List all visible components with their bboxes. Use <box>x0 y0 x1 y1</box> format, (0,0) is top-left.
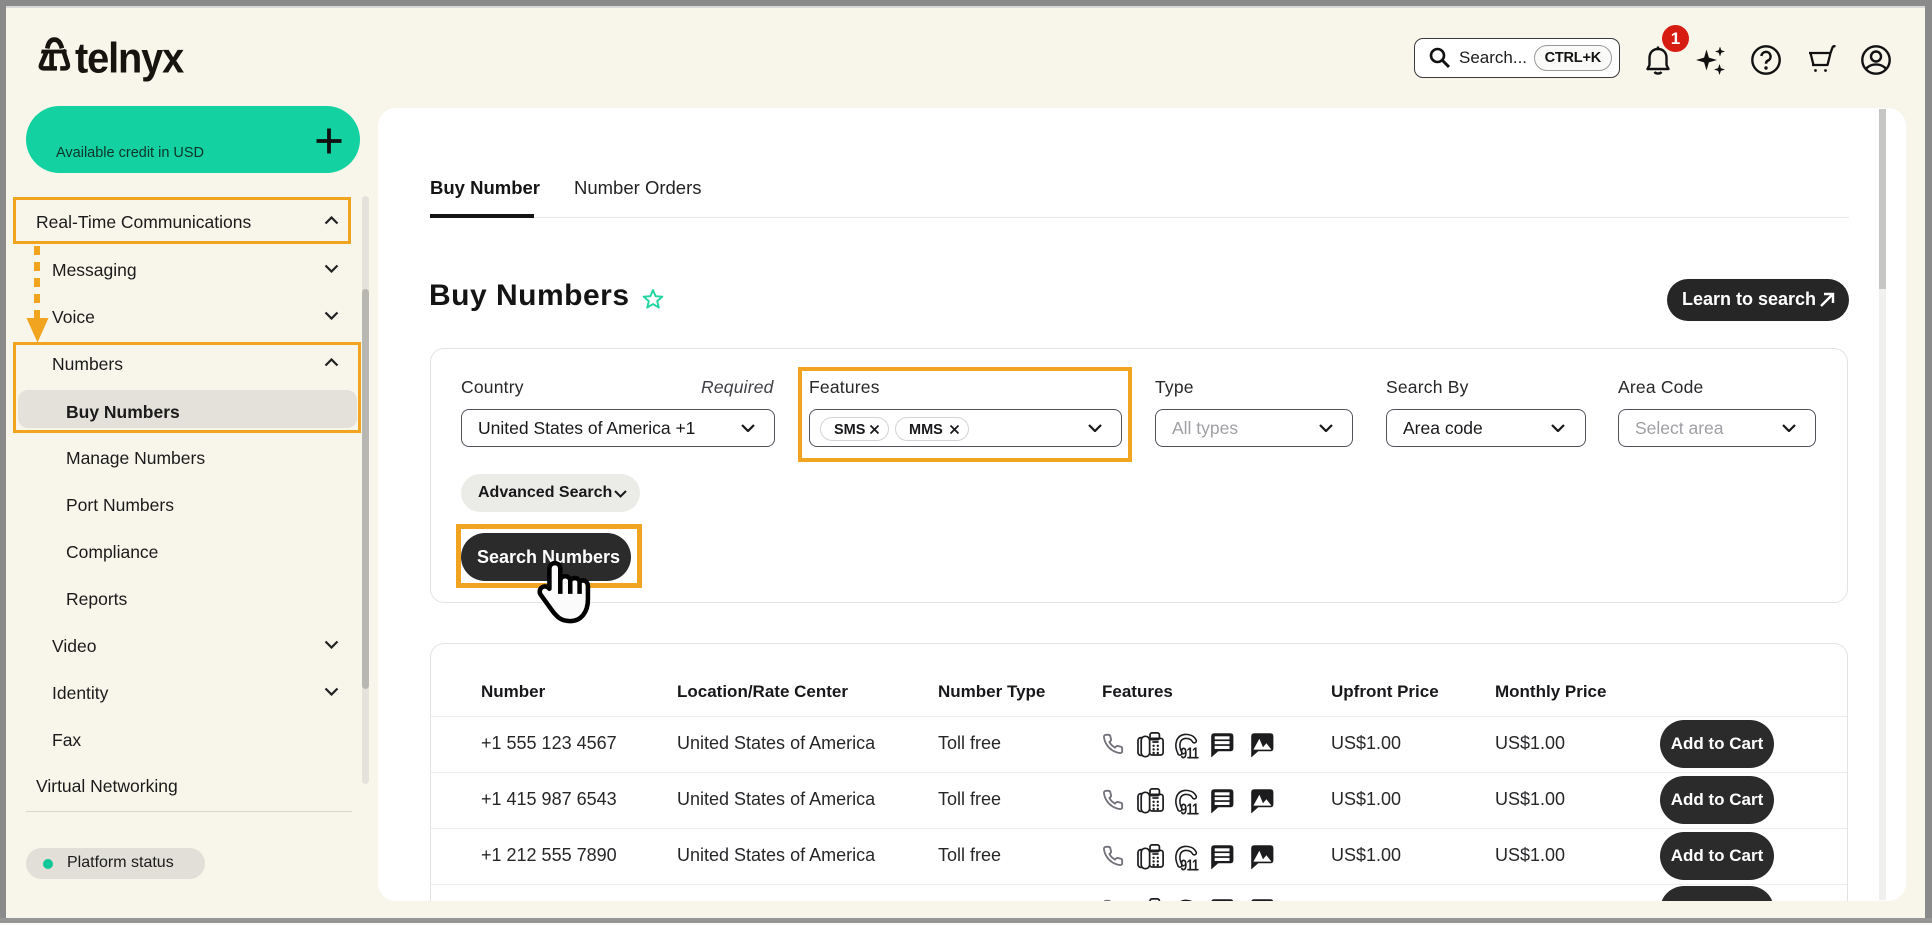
svg-text:911: 911 <box>1180 800 1199 818</box>
svg-text:911: 911 <box>1180 856 1199 874</box>
svg-text:911: 911 <box>1180 744 1199 762</box>
svg-text:telnyx: telnyx <box>75 36 184 82</box>
